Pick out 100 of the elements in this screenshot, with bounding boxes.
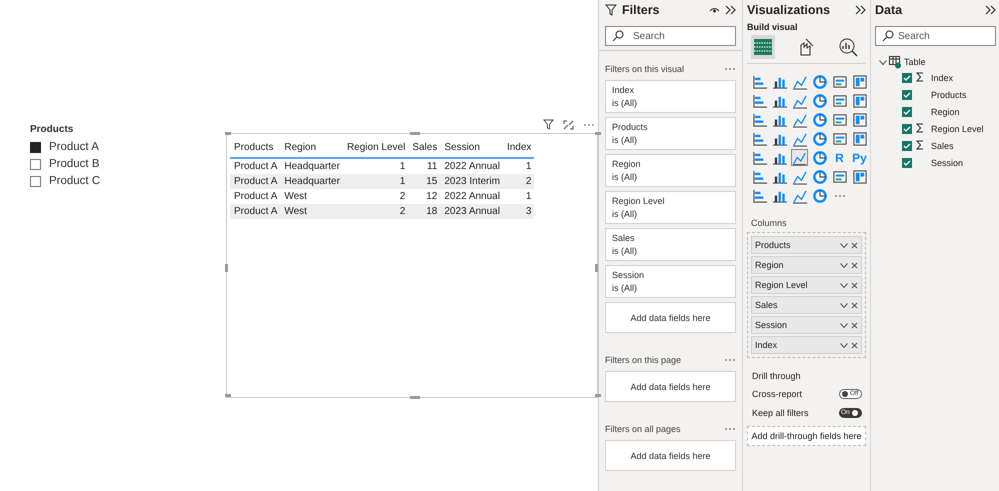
filter-condition: is (All)	[612, 135, 638, 145]
search-field[interactable]: Search	[875, 26, 996, 46]
column-header[interactable]: Sales	[408, 137, 440, 158]
build-mode-tab[interactable]	[751, 35, 775, 59]
checkbox[interactable]	[902, 158, 912, 168]
filter-card[interactable]: Sales is (All)	[605, 228, 736, 261]
resize-handle[interactable]	[595, 394, 601, 397]
resize-handle[interactable]	[225, 264, 228, 272]
field-name[interactable]: Sales	[931, 140, 954, 150]
filter-icon[interactable]	[543, 119, 554, 130]
collapse-icon[interactable]	[855, 4, 866, 14]
drop-zone[interactable]: Add drill-through fields here	[747, 426, 866, 446]
field-name[interactable]: Session	[931, 158, 964, 168]
chevron-down-icon[interactable]	[840, 322, 848, 328]
drop-zone[interactable]: Add data fields here	[605, 302, 736, 333]
visual-type[interactable]	[751, 187, 768, 204]
visual-type[interactable]	[811, 168, 828, 185]
filter-card[interactable]: Products is (All)	[605, 117, 736, 150]
resize-handle[interactable]	[595, 264, 598, 272]
filter-card[interactable]: Region is (All)	[605, 154, 736, 187]
eye-icon[interactable]	[709, 6, 720, 14]
slicer-item-label[interactable]: Product B	[49, 158, 100, 170]
focus-mode-icon[interactable]	[563, 120, 574, 130]
close-icon[interactable]	[851, 302, 858, 308]
resize-handle[interactable]	[595, 132, 601, 135]
visual-type[interactable]	[751, 168, 768, 185]
visual-type[interactable]	[851, 111, 868, 128]
field-chip[interactable]: Products	[751, 236, 862, 254]
close-icon[interactable]	[851, 262, 858, 268]
close-icon[interactable]	[851, 242, 858, 248]
collapse-icon[interactable]	[725, 4, 736, 14]
drop-zone[interactable]: Add data fields here	[605, 371, 736, 402]
more-options-icon[interactable]	[724, 67, 736, 71]
visual-type[interactable]	[811, 149, 828, 166]
visual-type[interactable]	[791, 149, 808, 166]
filter-card[interactable]: Index is (All)	[605, 80, 736, 113]
field-chip[interactable]: Sales	[751, 296, 862, 314]
collapse-icon[interactable]	[985, 4, 996, 14]
column-header[interactable]: Session	[440, 137, 503, 158]
resize-handle[interactable]	[410, 132, 420, 135]
column-header[interactable]: Region	[280, 137, 343, 158]
slicer-item-label[interactable]: Product C	[49, 175, 100, 187]
close-icon[interactable]	[851, 342, 858, 348]
visual-type[interactable]	[851, 168, 868, 185]
chevron-down-icon[interactable]	[840, 282, 848, 288]
field-chip[interactable]: Region Level	[751, 276, 862, 294]
field-name[interactable]: Region	[931, 106, 960, 116]
checkbox[interactable]	[30, 142, 41, 152]
resize-handle[interactable]	[225, 132, 231, 135]
checkbox[interactable]	[902, 72, 912, 82]
column-header[interactable]: Products	[230, 137, 280, 158]
visual-type[interactable]	[811, 130, 828, 147]
table-cell: 2	[342, 189, 408, 204]
more-options-icon[interactable]	[724, 427, 736, 431]
resize-handle[interactable]	[225, 394, 231, 397]
column-header[interactable]: Region Level	[342, 137, 408, 158]
more-options-icon[interactable]	[583, 122, 595, 126]
visual-type[interactable]	[751, 92, 768, 109]
field-well[interactable]: Products Region Region Level Sales Session Index	[747, 232, 866, 358]
column-header[interactable]: Index	[502, 137, 534, 158]
visual-type[interactable]	[751, 73, 768, 90]
chevron-down-icon[interactable]	[879, 60, 887, 64]
chevron-down-icon[interactable]	[840, 342, 848, 348]
visual-type[interactable]	[851, 92, 868, 109]
checkbox[interactable]	[902, 106, 912, 116]
visual-type[interactable]	[851, 130, 868, 147]
field-name[interactable]: Products	[931, 90, 967, 100]
checkbox[interactable]	[30, 158, 41, 170]
visual-type[interactable]	[751, 130, 768, 147]
field-chip[interactable]: Region	[751, 256, 862, 274]
visual-type[interactable]	[851, 73, 868, 90]
chevron-down-icon[interactable]	[840, 302, 848, 308]
chevron-down-icon[interactable]	[840, 242, 848, 248]
field-chip[interactable]: Session	[751, 316, 862, 334]
drop-zone[interactable]: Add data fields here	[605, 440, 736, 471]
field-name[interactable]: Region Level	[931, 124, 984, 134]
more-icon[interactable]	[834, 194, 846, 198]
visual-type[interactable]	[751, 149, 768, 166]
close-icon[interactable]	[851, 322, 858, 328]
visual-type[interactable]	[751, 111, 768, 128]
filter-card[interactable]: Session is (All)	[605, 265, 736, 298]
visual-type[interactable]	[811, 92, 828, 109]
filter-card[interactable]: Region Level is (All)	[605, 191, 736, 224]
checkbox[interactable]	[902, 124, 912, 134]
search-field[interactable]: Search	[605, 26, 736, 46]
chevron-down-icon[interactable]	[840, 262, 848, 268]
visual-type[interactable]	[811, 73, 828, 90]
tree-item[interactable]: Table	[904, 57, 926, 67]
more-options-icon[interactable]	[724, 358, 736, 362]
close-icon[interactable]	[851, 282, 858, 288]
field-name[interactable]: Index	[931, 72, 954, 82]
checkbox[interactable]	[902, 90, 912, 100]
slicer-item-label[interactable]: Product A	[49, 141, 99, 153]
resize-handle[interactable]	[410, 396, 420, 399]
checkbox[interactable]	[902, 140, 912, 150]
visual-type[interactable]	[811, 187, 828, 204]
checkbox[interactable]	[30, 176, 41, 186]
visual-type[interactable]	[811, 111, 828, 128]
field-chip[interactable]: Index	[751, 336, 862, 354]
table-cell: 3	[502, 204, 534, 219]
